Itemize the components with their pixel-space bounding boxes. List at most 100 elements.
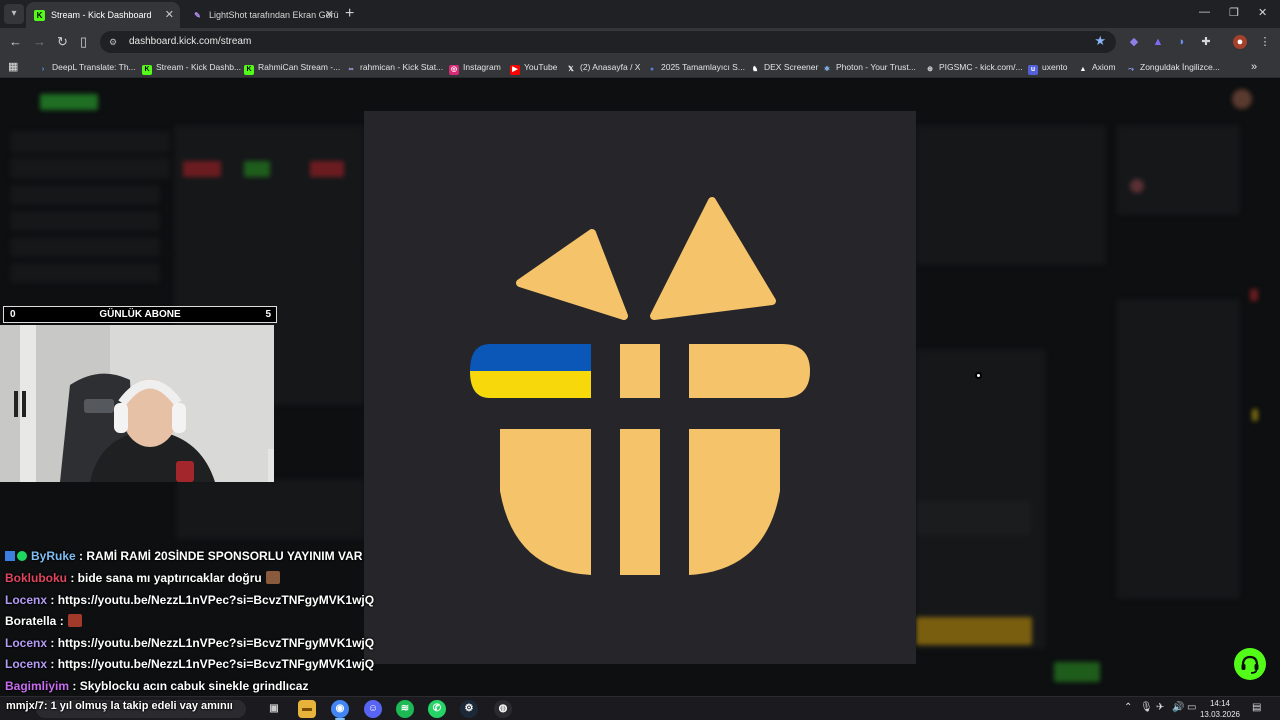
bookmark-item[interactable]: ♞ DEX Screener	[750, 56, 818, 78]
status-mark	[183, 161, 221, 177]
link-icon: ∞	[348, 66, 354, 73]
more-bookmarks-icon[interactable]: »	[1251, 56, 1257, 78]
headset-icon	[1241, 655, 1259, 674]
bookmark-item[interactable]: ◎ Instagram	[449, 56, 501, 78]
deepl-icon: ›	[41, 66, 45, 73]
microphone-icon[interactable]: 🎙	[1140, 702, 1153, 713]
profile-avatar[interactable]: ●	[1233, 35, 1247, 49]
sub-goal-label: GÜNLÜK ABONE	[99, 309, 181, 320]
browser-toolbar: ← → ↻ ▯ ⚙ dashboard.kick.com/stream ★ ◆ …	[0, 28, 1280, 56]
x-icon: 𝕏	[568, 66, 574, 73]
emote-icon	[67, 614, 82, 627]
feather-icon: ✎	[194, 11, 201, 21]
bookmark-item[interactable]: 𝕏 (2) Anasayfa / X	[566, 56, 640, 78]
chat-message: Locenx : https://youtu.be/NezzL1nVPec?si…	[5, 593, 375, 607]
apps-grid-icon[interactable]: ▦	[8, 56, 18, 78]
extension-icon[interactable]: ▲	[1151, 35, 1165, 49]
steam-icon[interactable]: ⚙	[460, 700, 478, 718]
bookmark-star-icon[interactable]: ★	[1094, 33, 1106, 49]
extensions-puzzle-icon[interactable]: ✚	[1199, 35, 1213, 49]
link-icon: ⤳	[1128, 66, 1134, 73]
panel	[176, 479, 364, 539]
tray-overflow-icon[interactable]: ⌃	[1124, 702, 1132, 713]
panel	[1116, 299, 1240, 599]
vpn-icon[interactable]: ✈	[1156, 702, 1164, 713]
kick-icon: K	[34, 10, 45, 22]
close-window-icon[interactable]: ✕	[1258, 6, 1267, 19]
discord-icon[interactable]: ☺	[364, 700, 382, 718]
bookmark-item[interactable]: ⊕ PIGSMC - kick.com/...	[925, 56, 1023, 78]
file-explorer-icon[interactable]: ▬	[298, 700, 316, 718]
avatar	[1232, 89, 1252, 109]
globe-icon: ⊕	[927, 66, 933, 73]
close-tab-icon[interactable]: ✕	[165, 2, 174, 28]
sub-goal-target: 5	[265, 309, 271, 320]
menu-icon[interactable]: ⋮	[1258, 35, 1272, 49]
url-text: dashboard.kick.com/stream	[129, 36, 252, 47]
address-bar[interactable]: ⚙ dashboard.kick.com/stream ★	[100, 31, 1116, 53]
system-clock[interactable]: 14:14 13.03.2026	[1196, 697, 1244, 720]
photon-icon: ⚛	[823, 66, 831, 73]
avatar	[1130, 179, 1144, 193]
close-tab-icon[interactable]: ✕	[325, 2, 334, 28]
bookmarks-bar: ▦ › DeepL Translate: Th... K Stream - Kick…	[0, 56, 1280, 78]
globe-icon: ●	[649, 66, 655, 73]
instagram-icon: ◎	[449, 65, 459, 75]
gift-logo-image	[364, 111, 916, 664]
chat-message: Locenx : https://youtu.be/NezzL1nVPec?si…	[5, 657, 375, 671]
forward-icon[interactable]: →	[33, 34, 46, 50]
volume-icon[interactable]: 🔊	[1172, 702, 1184, 713]
panel	[174, 125, 364, 255]
side-panel-icon[interactable]: ▯	[80, 34, 87, 50]
kick-logo	[40, 94, 98, 110]
chat-message: ByRuke : RAMİ RAMİ 20SİNDE SPONSORLU YAY…	[5, 549, 362, 569]
sidebar-item	[10, 211, 160, 231]
minimize-icon[interactable]: —	[1199, 6, 1210, 18]
tab-search-button[interactable]: ▾	[4, 4, 24, 24]
bookmark-item[interactable]: › DeepL Translate: Th...	[38, 56, 136, 78]
verified-icon	[17, 551, 27, 561]
giveaway-logo-card	[364, 111, 916, 664]
chat-message: Bokluboku : bide sana mı yaptırıcaklar d…	[5, 571, 280, 591]
dex-icon: ♞	[751, 66, 759, 73]
whatsapp-icon[interactable]: ✆	[428, 700, 446, 718]
bookmark-item[interactable]: K Stream - Kick Dashb...	[142, 56, 241, 78]
restore-icon[interactable]: ❐	[1229, 6, 1239, 19]
back-icon[interactable]: ←	[9, 34, 22, 50]
chat-caption-overlay: mmjx/7: 1 yıl olmuş la takip edeli vay a…	[6, 700, 233, 712]
sidebar-item	[10, 131, 170, 153]
obs-icon[interactable]: ◍	[494, 700, 512, 718]
panel	[1116, 125, 1240, 215]
chrome-icon[interactable]: ◉	[331, 700, 349, 718]
sidebar-item	[10, 157, 170, 179]
status-mark	[1252, 409, 1258, 421]
bookmark-item[interactable]: ⚛ Photon - Your Trust...	[822, 56, 916, 78]
panel	[916, 579, 1031, 609]
panel-button	[916, 501, 1031, 535]
site-info-icon[interactable]: ⚙	[109, 36, 121, 48]
support-chat-button[interactable]	[1234, 648, 1266, 680]
bookmark-item[interactable]: u uxento	[1028, 56, 1068, 78]
extension-icon[interactable]: ◆	[1127, 35, 1141, 49]
bookmark-item[interactable]: ▲ Axiom	[1078, 56, 1116, 78]
bookmark-item[interactable]: ∞ rahmican - Kick Stat...	[346, 56, 444, 78]
poop-emote-icon	[265, 571, 280, 584]
clock-date: 13.03.2026	[1199, 710, 1241, 719]
extension-icon[interactable]: ◗	[1175, 35, 1189, 49]
new-tab-button[interactable]: +	[345, 4, 354, 24]
bookmark-item[interactable]: ▶ YouTube	[510, 56, 557, 78]
status-mark	[310, 161, 344, 177]
tab-lightshot[interactable]: ✎ LightShot tarafından Ekran Görü ✕	[184, 2, 340, 28]
uxento-icon: u	[1028, 65, 1038, 75]
task-view-icon[interactable]: ▣	[265, 700, 283, 718]
bookmark-item[interactable]: ● 2025 Tamamlayıcı S...	[647, 56, 745, 78]
tab-kick-dashboard[interactable]: K Stream - Kick Dashboard ✕	[26, 2, 180, 28]
sub-goal-bar: 0 GÜNLÜK ABONE 5	[3, 306, 277, 323]
notifications-icon[interactable]: ▤	[1252, 702, 1261, 713]
bookmark-item[interactable]: ⤳ Zonguldak İngilizce...	[1126, 56, 1220, 78]
reload-icon[interactable]: ↻	[57, 34, 68, 50]
bookmark-item[interactable]: K RahmiCan Stream -...	[244, 56, 340, 78]
spotify-icon[interactable]: ≋	[396, 700, 414, 718]
sidebar-item	[10, 237, 160, 257]
tab-title: Stream - Kick Dashboard	[51, 10, 152, 20]
